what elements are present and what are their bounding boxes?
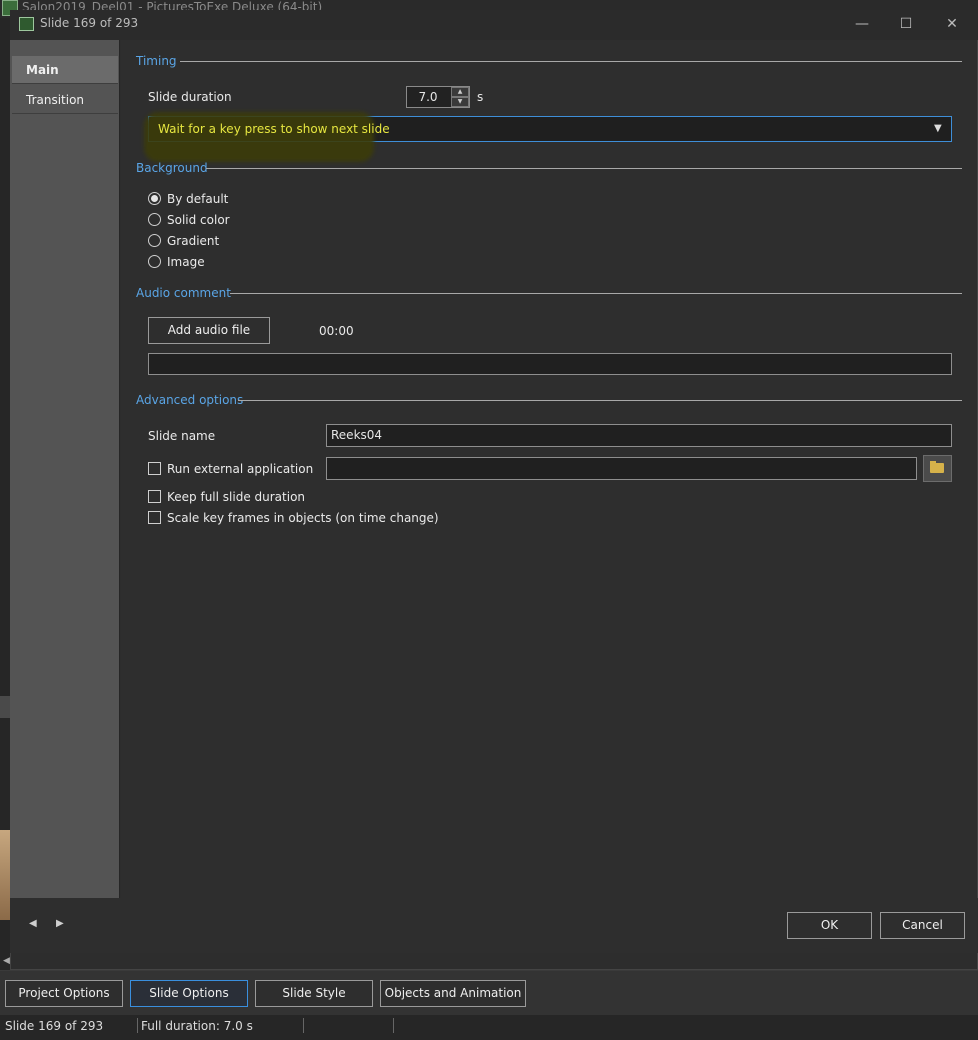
slide-style-button[interactable]: Slide Style	[255, 980, 373, 1007]
external-app-path-input[interactable]	[326, 457, 917, 480]
run-external-checkbox[interactable]	[148, 462, 161, 475]
status-separator	[393, 1018, 394, 1033]
radio-label-gradient[interactable]: Gradient	[167, 234, 219, 248]
section-divider	[230, 293, 962, 294]
keep-full-duration-label[interactable]: Keep full slide duration	[167, 490, 305, 504]
app-left-button[interactable]	[0, 696, 10, 718]
close-icon[interactable]: ✕	[942, 14, 962, 34]
ok-button[interactable]: OK	[787, 912, 872, 939]
section-audio-title: Audio comment	[136, 286, 231, 300]
next-slide-icon[interactable]: ▶	[56, 918, 64, 929]
scroll-left-arrow-icon[interactable]: ◀	[3, 956, 10, 966]
section-divider	[238, 400, 962, 401]
previous-slide-icon[interactable]: ◀	[29, 918, 37, 929]
scale-keyframes-label[interactable]: Scale key frames in objects (on time cha…	[167, 511, 439, 525]
status-full-duration: Full duration: 7.0 s	[141, 1019, 253, 1033]
spin-down-icon[interactable]: ▼	[451, 97, 469, 107]
dialog-nav	[10, 40, 120, 900]
status-separator	[303, 1018, 304, 1033]
section-background-title: Background	[136, 161, 208, 175]
slide-name-label: Slide name	[148, 429, 216, 443]
section-timing-title: Timing	[136, 54, 177, 68]
objects-and-animation-button[interactable]: Objects and Animation	[380, 980, 526, 1007]
minimize-icon[interactable]: —	[852, 14, 872, 34]
add-audio-file-button[interactable]: Add audio file	[148, 317, 270, 344]
radio-label-image[interactable]: Image	[167, 255, 205, 269]
keep-full-duration-checkbox[interactable]	[148, 490, 161, 503]
radio-selected-dot	[151, 195, 158, 202]
slide-duration-value[interactable]: 7.0	[408, 90, 448, 104]
project-options-button[interactable]: Project Options	[5, 980, 123, 1007]
chevron-down-icon[interactable]: ▼	[934, 123, 942, 134]
status-separator	[137, 1018, 138, 1033]
slide-advance-mode-value[interactable]: Wait for a key press to show next slide	[158, 122, 390, 136]
radio-label-by-default[interactable]: By default	[167, 192, 228, 206]
dialog-titlebar	[10, 10, 978, 40]
run-external-label[interactable]: Run external application	[167, 462, 313, 476]
highlight-marker	[144, 112, 374, 162]
radio-gradient[interactable]	[148, 234, 161, 247]
scale-keyframes-checkbox[interactable]	[148, 511, 161, 524]
dialog-title: Slide 169 of 293	[40, 16, 139, 30]
dialog-app-icon	[19, 17, 34, 31]
section-advanced-title: Advanced options	[136, 393, 244, 407]
nav-item-main[interactable]: Main	[12, 56, 118, 84]
slide-options-button[interactable]: Slide Options	[130, 980, 248, 1007]
radio-image[interactable]	[148, 255, 161, 268]
app-thumbnail[interactable]	[0, 830, 10, 920]
audio-file-field[interactable]	[148, 353, 952, 375]
slide-duration-label: Slide duration	[148, 90, 232, 104]
section-divider	[206, 168, 962, 169]
nav-item-transition[interactable]: Transition	[12, 86, 118, 114]
cancel-button[interactable]: Cancel	[880, 912, 965, 939]
spin-up-icon[interactable]: ▲	[451, 87, 469, 97]
folder-icon	[930, 463, 944, 473]
section-divider	[180, 61, 962, 62]
maximize-icon[interactable]: ☐	[896, 14, 916, 34]
audio-time: 00:00	[319, 324, 354, 338]
slide-name-input[interactable]: Reeks04	[326, 424, 952, 447]
radio-solid-color[interactable]	[148, 213, 161, 226]
status-slide-count: Slide 169 of 293	[5, 1019, 104, 1033]
duration-unit: s	[477, 90, 484, 104]
radio-label-solid-color[interactable]: Solid color	[167, 213, 230, 227]
